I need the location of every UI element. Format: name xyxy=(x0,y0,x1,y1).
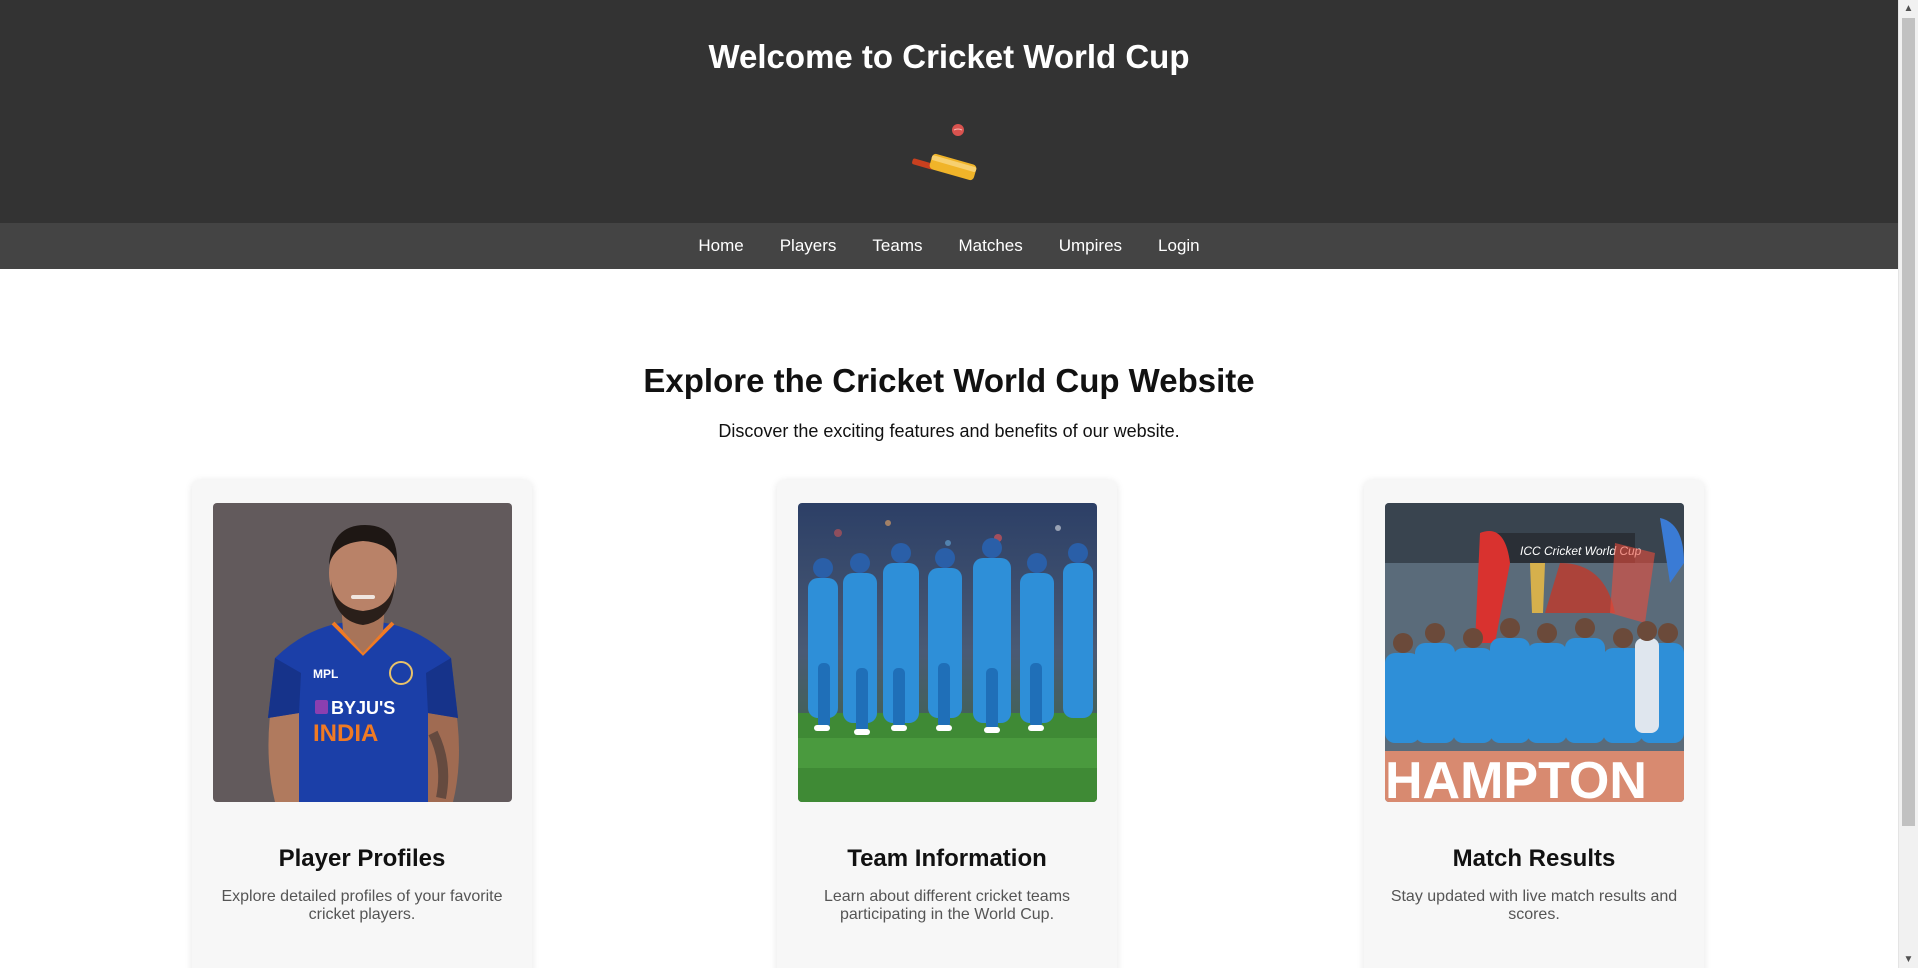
scrollbar-thumb[interactable] xyxy=(1902,18,1915,826)
main-nav: Home Players Teams Matches Umpires Login xyxy=(0,223,1898,269)
section-title: Explore the Cricket World Cup Website xyxy=(643,362,1255,399)
nav-umpires[interactable]: Umpires xyxy=(1041,236,1140,256)
vertical-scrollbar[interactable]: ▲ ▼ xyxy=(1898,0,1918,968)
scroll-down-arrow-icon[interactable]: ▼ xyxy=(1899,951,1918,968)
feature-card-match-results[interactable]: ICC Cricket World Cup HAMPTON Match Resu… xyxy=(1364,480,1704,968)
card-title: Match Results xyxy=(1452,845,1616,872)
scroll-up-arrow-icon[interactable]: ▲ xyxy=(1899,0,1918,17)
section-subtitle: Discover the exciting features and benef… xyxy=(718,421,1180,441)
card-description: Stay updated with live match results and… xyxy=(1390,888,1678,923)
nav-login[interactable]: Login xyxy=(1140,236,1218,256)
trophy-celebration-image: ICC Cricket World Cup HAMPTON xyxy=(1385,503,1684,802)
nav-teams[interactable]: Teams xyxy=(854,236,940,256)
cricket-bat-ball-icon xyxy=(912,124,977,181)
nav-matches[interactable]: Matches xyxy=(940,236,1040,256)
site-header: Welcome to Cricket World Cup xyxy=(0,0,1898,223)
page: Welcome to Cricket World Cup Home Player… xyxy=(0,0,1898,968)
nav-players[interactable]: Players xyxy=(762,236,855,256)
card-description: Explore detailed profiles of your favori… xyxy=(221,888,503,923)
jersey-sponsor-text: BYJU'S xyxy=(331,698,395,718)
feature-card-team-information[interactable]: Team Information Learn about different c… xyxy=(777,480,1117,968)
card-description: Learn about different cricket teams part… xyxy=(823,888,1071,923)
jersey-team-text: INDIA xyxy=(313,720,378,747)
nav-home[interactable]: Home xyxy=(680,236,761,256)
jersey-brand-text: MPL xyxy=(313,667,338,681)
player-profile-image: MPL BYJU'S INDIA xyxy=(213,503,512,802)
banner-champions-text: HAMPTON xyxy=(1385,752,1647,802)
card-title: Team Information xyxy=(847,845,1047,872)
card-title: Player Profiles xyxy=(278,845,446,872)
team-celebration-image xyxy=(798,503,1097,802)
site-title: Welcome to Cricket World Cup xyxy=(708,38,1190,75)
feature-card-player-profiles[interactable]: MPL BYJU'S INDIA Player Profiles Explore… xyxy=(192,480,532,968)
